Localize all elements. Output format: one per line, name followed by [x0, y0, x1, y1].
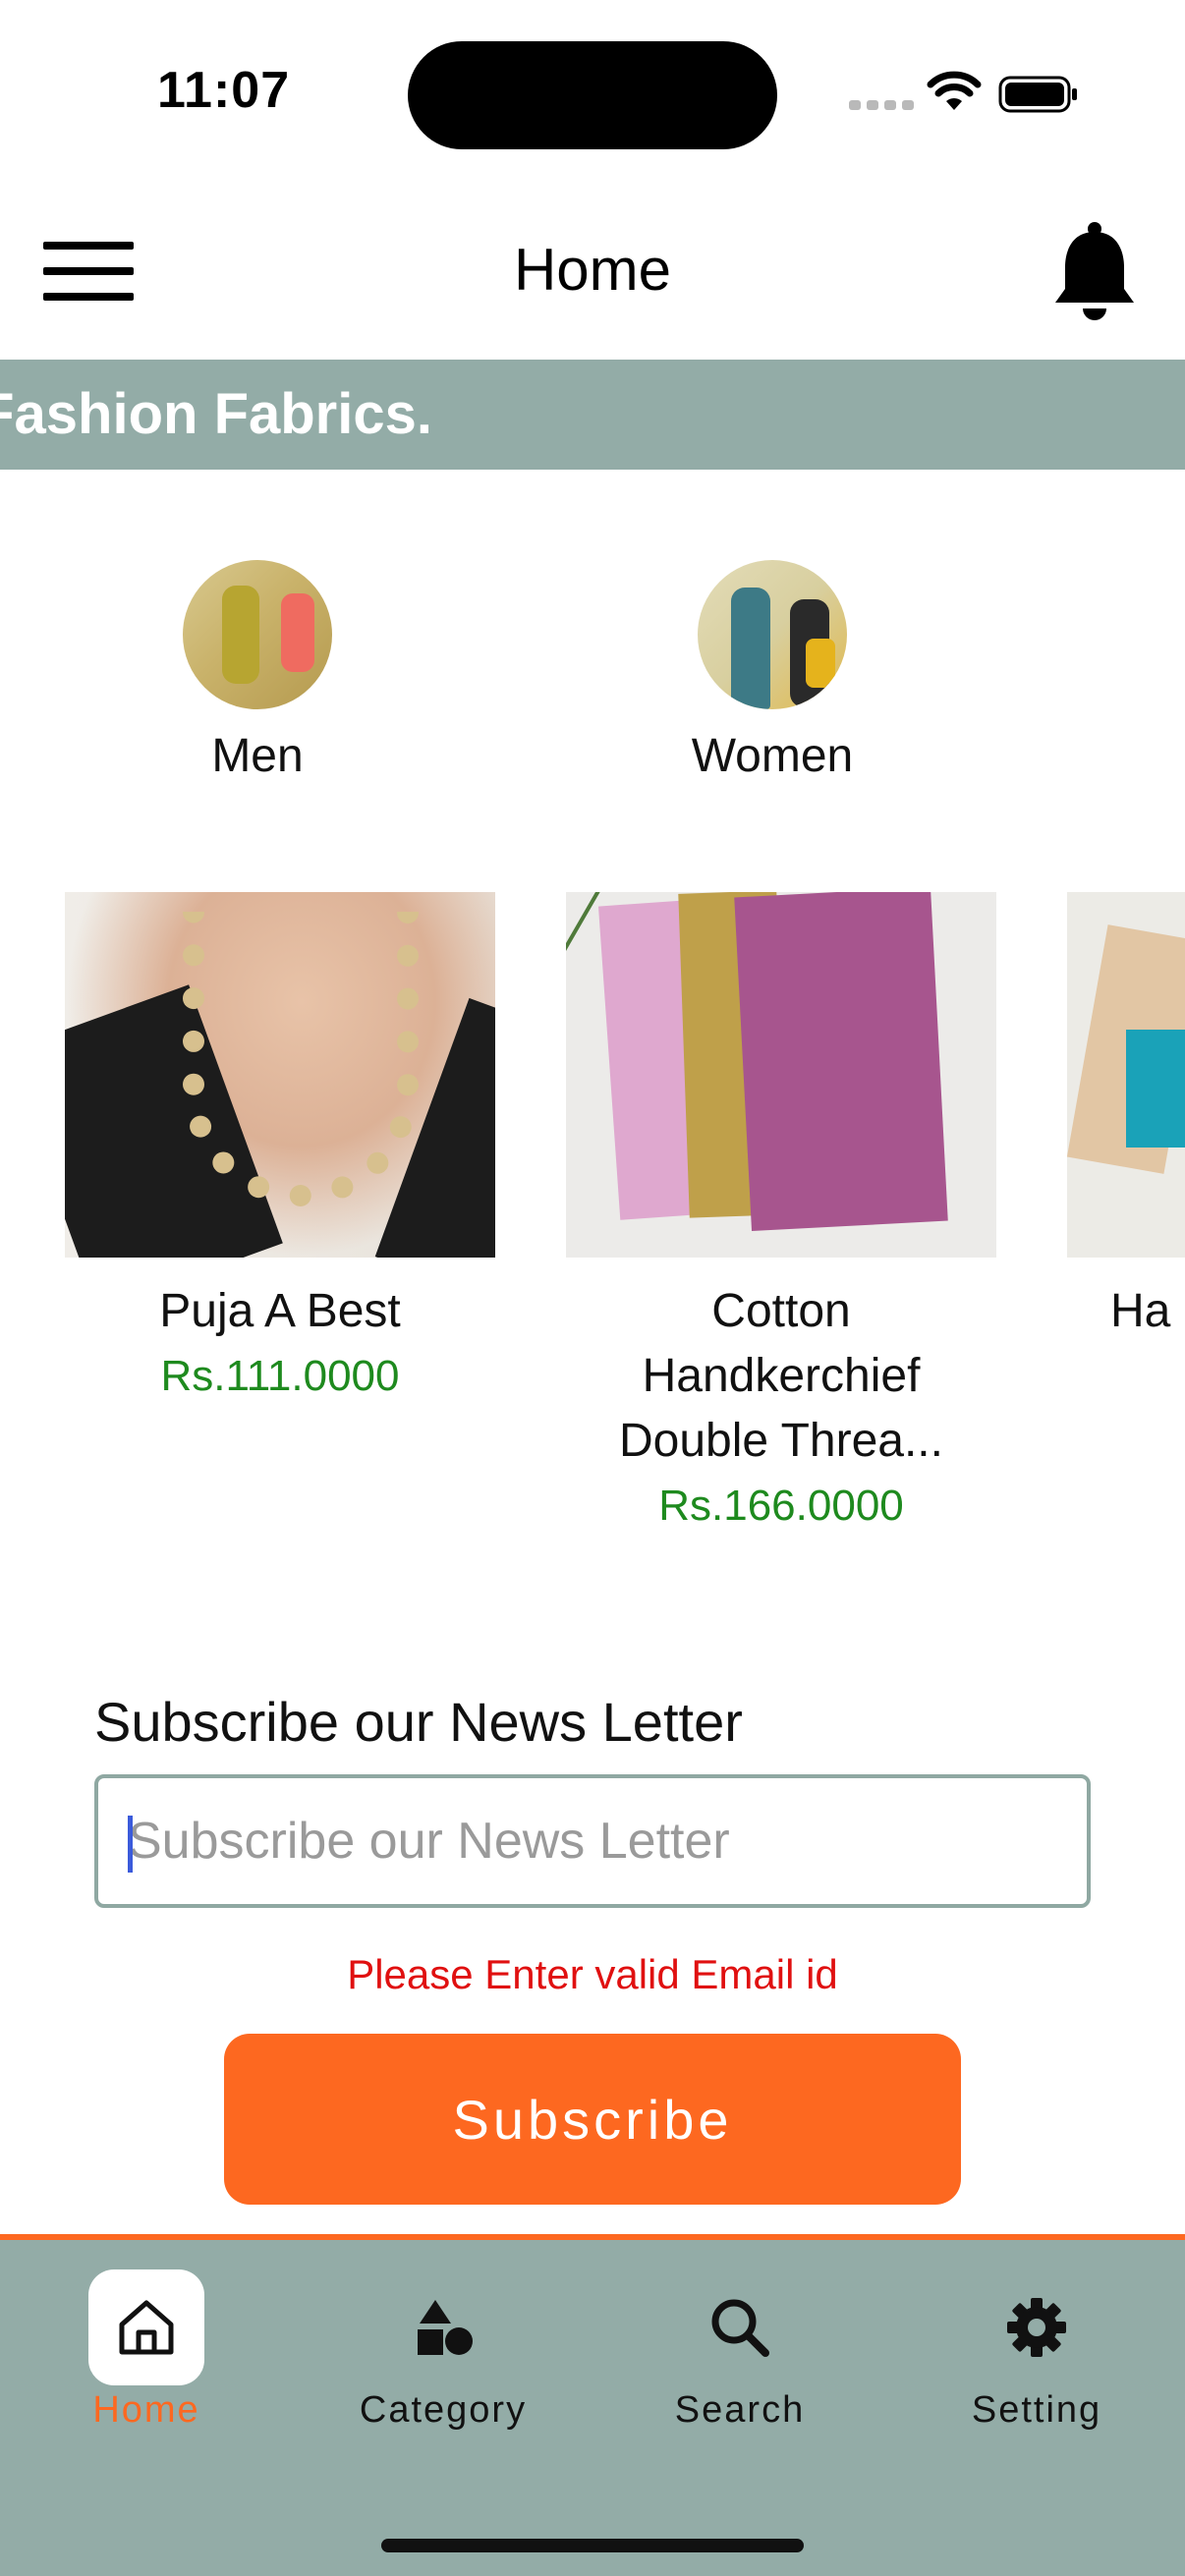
home-indicator	[381, 2539, 804, 2552]
product-card[interactable]: Cotton Handkerchief Double Threa... Rs.1…	[566, 892, 996, 1531]
category-label: Women	[691, 730, 854, 782]
nav-item-setting[interactable]: Setting	[914, 2269, 1159, 2432]
nav-label: Home	[92, 2389, 200, 2431]
cellular-signal-icon	[849, 100, 914, 110]
battery-icon	[998, 76, 1077, 113]
product-card[interactable]: Ha	[1067, 892, 1185, 1344]
gear-icon	[979, 2269, 1095, 2385]
search-icon	[682, 2269, 798, 2385]
notification-bell-icon[interactable]	[1051, 220, 1138, 322]
category-men[interactable]: Men	[140, 560, 375, 783]
nav-item-home[interactable]: Home	[24, 2269, 269, 2432]
page-title: Home	[513, 237, 672, 303]
product-image	[65, 892, 495, 1258]
newsletter-title: Subscribe our News Letter	[94, 1691, 743, 1753]
product-name: Ha	[1110, 1285, 1171, 1337]
product-image	[566, 892, 996, 1258]
nav-item-search[interactable]: Search	[617, 2269, 863, 2432]
product-price: Rs.111.0000	[160, 1352, 400, 1400]
subscribe-button[interactable]: Subscribe	[224, 2034, 961, 2205]
dynamic-island	[408, 41, 777, 149]
category-women[interactable]: Women	[654, 560, 890, 783]
product-image	[1067, 892, 1185, 1258]
status-time: 11:07	[157, 62, 291, 119]
product-name: Puja A Best	[159, 1285, 401, 1337]
nav-label: Search	[674, 2389, 806, 2431]
nav-label: Setting	[971, 2389, 1102, 2431]
announcement-marquee: Fashion Fabrics.	[0, 360, 1185, 470]
product-name: Cotton Handkerchief Double Threa...	[619, 1285, 943, 1467]
category-icon	[385, 2269, 501, 2385]
wifi-icon	[927, 71, 982, 110]
email-error-message: Please Enter valid Email id	[347, 1951, 838, 1997]
newsletter-email-input[interactable]	[94, 1774, 1091, 1908]
product-price: Rs.166.0000	[658, 1482, 904, 1530]
bottom-navigation: Home Category Search Setting	[0, 2234, 1185, 2576]
nav-item-category[interactable]: Category	[320, 2269, 566, 2432]
home-icon	[88, 2269, 204, 2385]
category-men-image	[183, 560, 332, 709]
text-caret	[128, 1816, 133, 1873]
nav-label: Category	[359, 2389, 528, 2431]
category-women-image	[698, 560, 847, 709]
category-label: Men	[211, 730, 304, 782]
marquee-text: Fashion Fabrics.	[0, 382, 432, 446]
product-card[interactable]: Puja A Best Rs.111.0000	[65, 892, 495, 1401]
